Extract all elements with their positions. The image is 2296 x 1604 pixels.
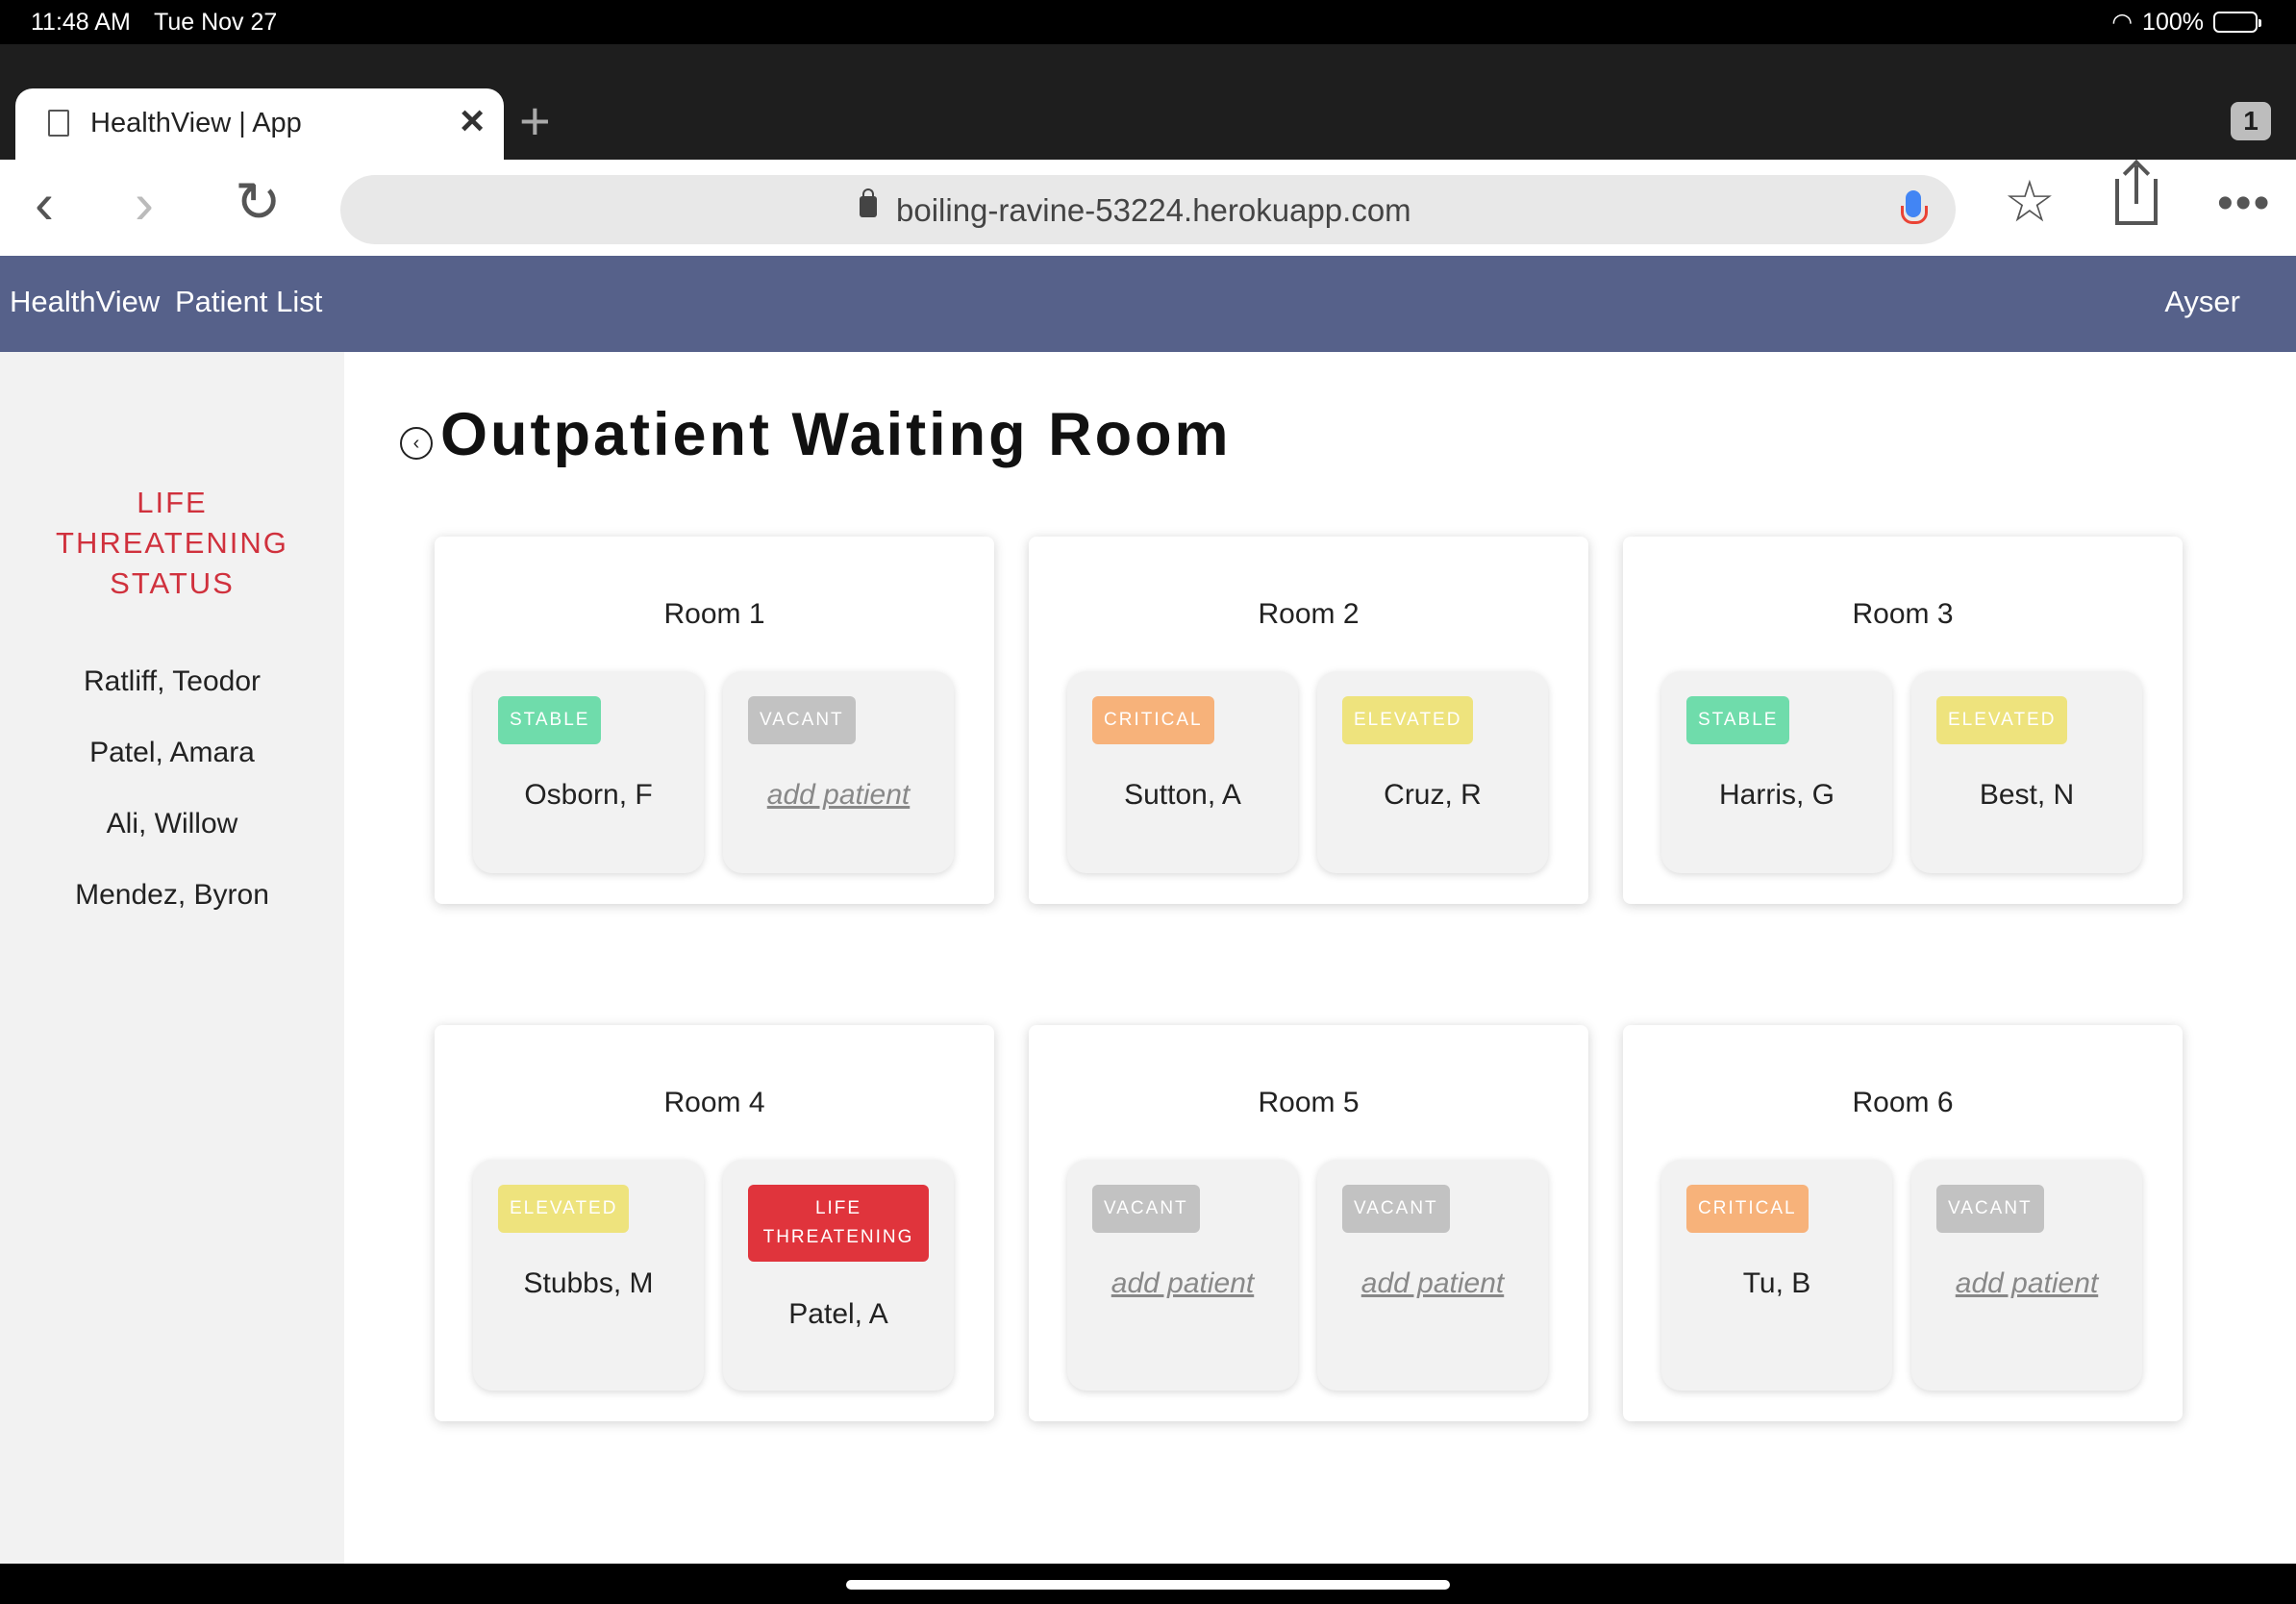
- patient-name: Osborn, F: [524, 779, 653, 811]
- status-badge: STABLE: [498, 696, 602, 744]
- patient-name: Stubbs, M: [523, 1267, 654, 1299]
- bookmark-star-icon[interactable]: ☆: [2004, 173, 2056, 231]
- status-badge: ELEVATED: [498, 1185, 630, 1233]
- tab-count-button[interactable]: 1: [2231, 102, 2271, 140]
- share-icon[interactable]: [2115, 165, 2158, 225]
- wifi-icon: ◠: [2111, 9, 2134, 36]
- life-threatening-patient-list: Ratliff, Teodor Patel, Amara Ali, Willow…: [0, 646, 344, 931]
- back-icon[interactable]: ‹: [35, 175, 54, 233]
- bed-slot[interactable]: STABLE Harris, G: [1661, 671, 1892, 873]
- address-bar[interactable]: boiling-ravine-53224.herokuapp.com: [340, 175, 1956, 244]
- sidebar-patient[interactable]: Ali, Willow: [0, 789, 344, 860]
- url-text: boiling-ravine-53224.herokuapp.com: [896, 192, 1411, 228]
- back-circle-icon[interactable]: ‹: [400, 427, 433, 460]
- patient-name: Best, N: [1979, 779, 2075, 811]
- room-card: Room 6 CRITICAL Tu, B VACANT add patient: [1623, 1025, 2183, 1421]
- status-badge: VACANT: [1342, 1185, 1450, 1233]
- status-badge: VACANT: [1936, 1185, 2044, 1233]
- sidebar-patient[interactable]: Mendez, Byron: [0, 860, 344, 931]
- add-patient-link[interactable]: add patient: [723, 779, 954, 812]
- bed-slot[interactable]: STABLE Osborn, F: [473, 671, 704, 873]
- heading-line: LIFE: [137, 486, 208, 519]
- room-title: Room 2: [1258, 598, 1360, 630]
- bed-slot[interactable]: VACANT add patient: [1911, 1160, 2142, 1391]
- page-title: Outpatient Waiting Room: [440, 401, 1232, 468]
- add-patient-link[interactable]: add patient: [1911, 1267, 2142, 1300]
- status-right: ◠ 100%: [2111, 8, 2261, 37]
- life-threatening-status-heading: LIFE THREATENING STATUS: [0, 483, 344, 604]
- patient-name: Sutton, A: [1124, 779, 1241, 811]
- room-card: Room 4 ELEVATED Stubbs, M LIFE THREATENING Pa…: [435, 1025, 994, 1421]
- bed-slot[interactable]: VACANT add patient: [723, 671, 954, 873]
- sidebar-patient[interactable]: Patel, Amara: [0, 717, 344, 789]
- patient-name: Harris, G: [1719, 779, 1834, 811]
- bed-slot[interactable]: CRITICAL Tu, B: [1661, 1160, 1892, 1391]
- home-indicator: [846, 1580, 1450, 1590]
- room-card: Room 5 VACANT add patient VACANT add patient: [1029, 1025, 1588, 1421]
- room-title: Room 4: [663, 1087, 765, 1118]
- status-badge: ELEVATED: [1936, 696, 2068, 744]
- room-title: Room 6: [1852, 1087, 1954, 1118]
- patient-list-link[interactable]: Patient List: [175, 285, 322, 319]
- heading-line: THREATENING: [56, 526, 288, 560]
- app-navbar: HealthView Patient List Ayser: [0, 256, 2296, 352]
- reload-icon[interactable]: ↻: [235, 175, 282, 231]
- status-badge: LIFE THREATENING: [748, 1185, 929, 1262]
- status-badge: STABLE: [1686, 696, 1790, 744]
- bed-slot[interactable]: CRITICAL Sutton, A: [1067, 671, 1298, 873]
- room-title: Room 5: [1258, 1087, 1360, 1118]
- room-card: Room 3 STABLE Harris, G ELEVATED Best, N: [1623, 537, 2183, 904]
- bed-slot[interactable]: VACANT add patient: [1317, 1160, 1548, 1391]
- status-badge: VACANT: [748, 696, 856, 744]
- add-patient-link[interactable]: add patient: [1317, 1267, 1548, 1300]
- bed-slot[interactable]: VACANT add patient: [1067, 1160, 1298, 1391]
- room-title: Room 1: [663, 598, 765, 630]
- room-card: Room 1 STABLE Osborn, F VACANT add patient: [435, 537, 994, 904]
- status-time: 11:48 AM: [31, 9, 131, 36]
- browser-tab[interactable]: HealthView | App ×: [15, 88, 504, 160]
- bed-slot[interactable]: ELEVATED Stubbs, M: [473, 1160, 704, 1391]
- status-date: Tue Nov 27: [154, 9, 278, 36]
- patient-name: Patel, A: [788, 1298, 888, 1330]
- sidebar: LIFE THREATENING STATUS Ratliff, Teodor …: [0, 352, 344, 1564]
- status-badge-line: LIFE: [814, 1198, 862, 1218]
- status-bar: 11:48 AM Tue Nov 27 ◠ 100%: [0, 0, 2296, 44]
- room-title: Room 3: [1852, 598, 1954, 630]
- more-options-icon[interactable]: •••: [2217, 181, 2271, 227]
- tab-strip: HealthView | App × + 1: [0, 44, 2296, 160]
- status-badge: CRITICAL: [1092, 696, 1214, 744]
- status-badge-line: THREATENING: [762, 1227, 914, 1247]
- browser-toolbar: ‹ › ↻ boiling-ravine-53224.herokuapp.com…: [0, 160, 2296, 256]
- bed-slot[interactable]: LIFE THREATENING Patel, A: [723, 1160, 954, 1391]
- microphone-icon[interactable]: [1901, 190, 1928, 224]
- patient-name: Cruz, R: [1384, 779, 1482, 811]
- status-badge: ELEVATED: [1342, 696, 1474, 744]
- status-badge: CRITICAL: [1686, 1185, 1809, 1233]
- battery-icon: [2213, 12, 2261, 33]
- document-icon: [48, 110, 69, 137]
- room-card: Room 2 CRITICAL Sutton, A ELEVATED Cruz, R: [1029, 537, 1588, 904]
- add-patient-link[interactable]: add patient: [1067, 1267, 1298, 1300]
- forward-icon[interactable]: ›: [135, 175, 154, 233]
- battery-percent: 100%: [2142, 8, 2204, 36]
- lock-icon: [860, 188, 877, 217]
- bed-slot[interactable]: ELEVATED Best, N: [1911, 671, 2142, 873]
- brand-link[interactable]: HealthView: [10, 285, 160, 319]
- user-menu[interactable]: Ayser: [2164, 285, 2240, 319]
- close-tab-icon[interactable]: ×: [460, 100, 485, 142]
- tab-title: HealthView | App: [90, 108, 302, 138]
- new-tab-icon[interactable]: +: [519, 94, 551, 148]
- heading-line: STATUS: [110, 566, 235, 600]
- bed-slot[interactable]: ELEVATED Cruz, R: [1317, 671, 1548, 873]
- sidebar-patient[interactable]: Ratliff, Teodor: [0, 646, 344, 717]
- status-badge: VACANT: [1092, 1185, 1200, 1233]
- patient-name: Tu, B: [1742, 1267, 1811, 1299]
- main-content: ‹ Outpatient Waiting Room Room 1 STABLE Os…: [344, 352, 2296, 1564]
